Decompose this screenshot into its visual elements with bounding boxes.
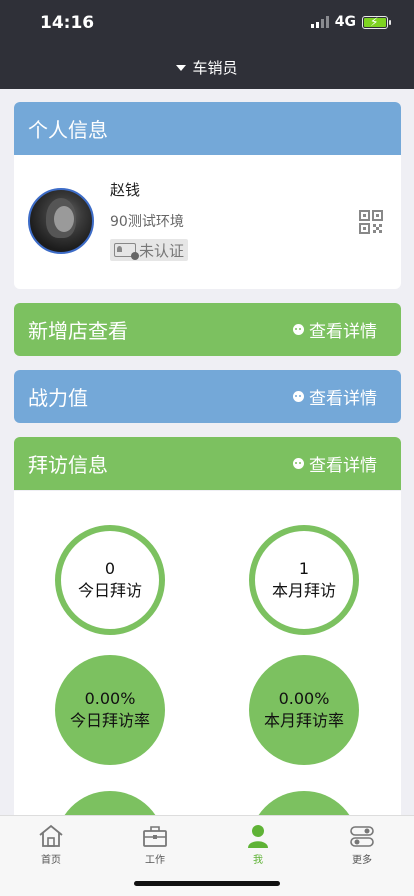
today-visits-value: 0 xyxy=(104,559,116,578)
tab-me[interactable]: 我 xyxy=(228,824,288,866)
home-icon xyxy=(39,824,63,847)
role-selector[interactable]: 车销员 xyxy=(0,46,414,89)
visit-info-title: 拜访信息 xyxy=(28,453,108,477)
avatar[interactable] xyxy=(28,188,94,254)
toggle-icon xyxy=(350,826,374,847)
personal-info-card: 个人信息 赵钱 90测试环境 未认证 xyxy=(14,102,401,289)
personal-info-title: 个人信息 xyxy=(28,118,108,142)
id-card-icon xyxy=(114,243,139,260)
qr-code-icon[interactable] xyxy=(359,210,383,234)
combat-value-title: 战力值 xyxy=(28,386,88,410)
today-visits-stat: 0 今日拜访 xyxy=(55,525,165,635)
month-visits-label: 本月拜访 xyxy=(271,581,336,600)
user-name: 赵钱 xyxy=(110,181,141,199)
status-icons: 4G ⚡ xyxy=(310,14,391,30)
person-icon xyxy=(248,825,268,848)
month-rate-stat: 0.00% 本月拜访率 xyxy=(249,655,359,765)
briefcase-icon xyxy=(143,826,167,847)
more-dots-icon xyxy=(293,458,304,469)
today-rate-value: 0.00% xyxy=(84,689,136,708)
visit-detail-link[interactable]: 查看详情 xyxy=(293,451,377,476)
status-bar: 14:16 4G ⚡ xyxy=(0,0,414,46)
network-label: 4G xyxy=(334,14,356,30)
today-visits-label: 今日拜访 xyxy=(77,581,142,600)
new-store-card[interactable]: 新增店查看 查看详情 xyxy=(14,303,401,356)
role-title: 车销员 xyxy=(192,59,238,77)
auth-status-badge[interactable]: 未认证 xyxy=(110,239,189,261)
month-visits-value: 1 xyxy=(298,559,310,578)
today-rate-label: 今日拜访率 xyxy=(69,711,150,730)
new-store-detail-link[interactable]: 查看详情 xyxy=(293,317,377,342)
new-store-title: 新增店查看 xyxy=(28,319,128,343)
battery-icon: ⚡ xyxy=(362,15,391,29)
personal-info-header: 个人信息 xyxy=(14,102,401,155)
today-rate-stat: 0.00% 今日拜访率 xyxy=(55,655,165,765)
home-indicator xyxy=(134,881,280,886)
more-dots-icon xyxy=(293,391,304,402)
tab-more[interactable]: 更多 xyxy=(332,824,392,866)
month-visits-stat: 1 本月拜访 xyxy=(249,525,359,635)
month-rate-value: 0.00% xyxy=(278,689,330,708)
month-rate-label: 本月拜访率 xyxy=(263,711,344,730)
caret-down-icon xyxy=(176,64,187,71)
auth-status-label: 未认证 xyxy=(139,241,185,260)
visit-stats: 0 今日拜访 1 本月拜访 0.00% 今日拜访率 0.00% 本月拜访率 xyxy=(14,491,401,831)
combat-value-card[interactable]: 战力值 查看详情 xyxy=(14,370,401,423)
visit-info-card: 拜访信息 查看详情 xyxy=(14,437,401,490)
status-time: 14:16 xyxy=(40,13,95,33)
tab-work[interactable]: 工作 xyxy=(125,824,185,866)
signal-icon xyxy=(310,16,329,28)
combat-detail-link[interactable]: 查看详情 xyxy=(293,384,377,409)
more-dots-icon xyxy=(293,324,304,335)
tab-home[interactable]: 首页 xyxy=(21,824,81,866)
environment-label: 90测试环境 xyxy=(110,214,184,230)
profile-section: 赵钱 90测试环境 未认证 xyxy=(14,155,401,289)
